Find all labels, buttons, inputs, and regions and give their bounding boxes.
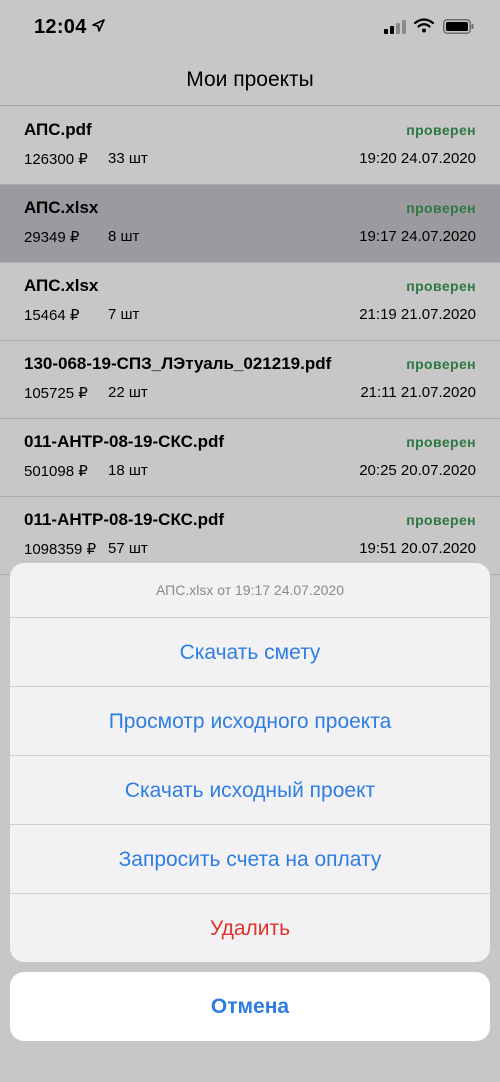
action-sheet: АПС.xlsx от 19:17 24.07.2020 Скачать сме… [10,563,490,962]
action-sheet-title: АПС.xlsx от 19:17 24.07.2020 [10,563,490,618]
view-source-project-button[interactable]: Просмотр исходного проекта [10,687,490,756]
delete-button[interactable]: Удалить [10,894,490,962]
download-estimate-button[interactable]: Скачать смету [10,618,490,687]
request-invoices-button[interactable]: Запросить счета на оплату [10,825,490,894]
download-source-project-button[interactable]: Скачать исходный проект [10,756,490,825]
cancel-button[interactable]: Отмена [10,972,490,1041]
